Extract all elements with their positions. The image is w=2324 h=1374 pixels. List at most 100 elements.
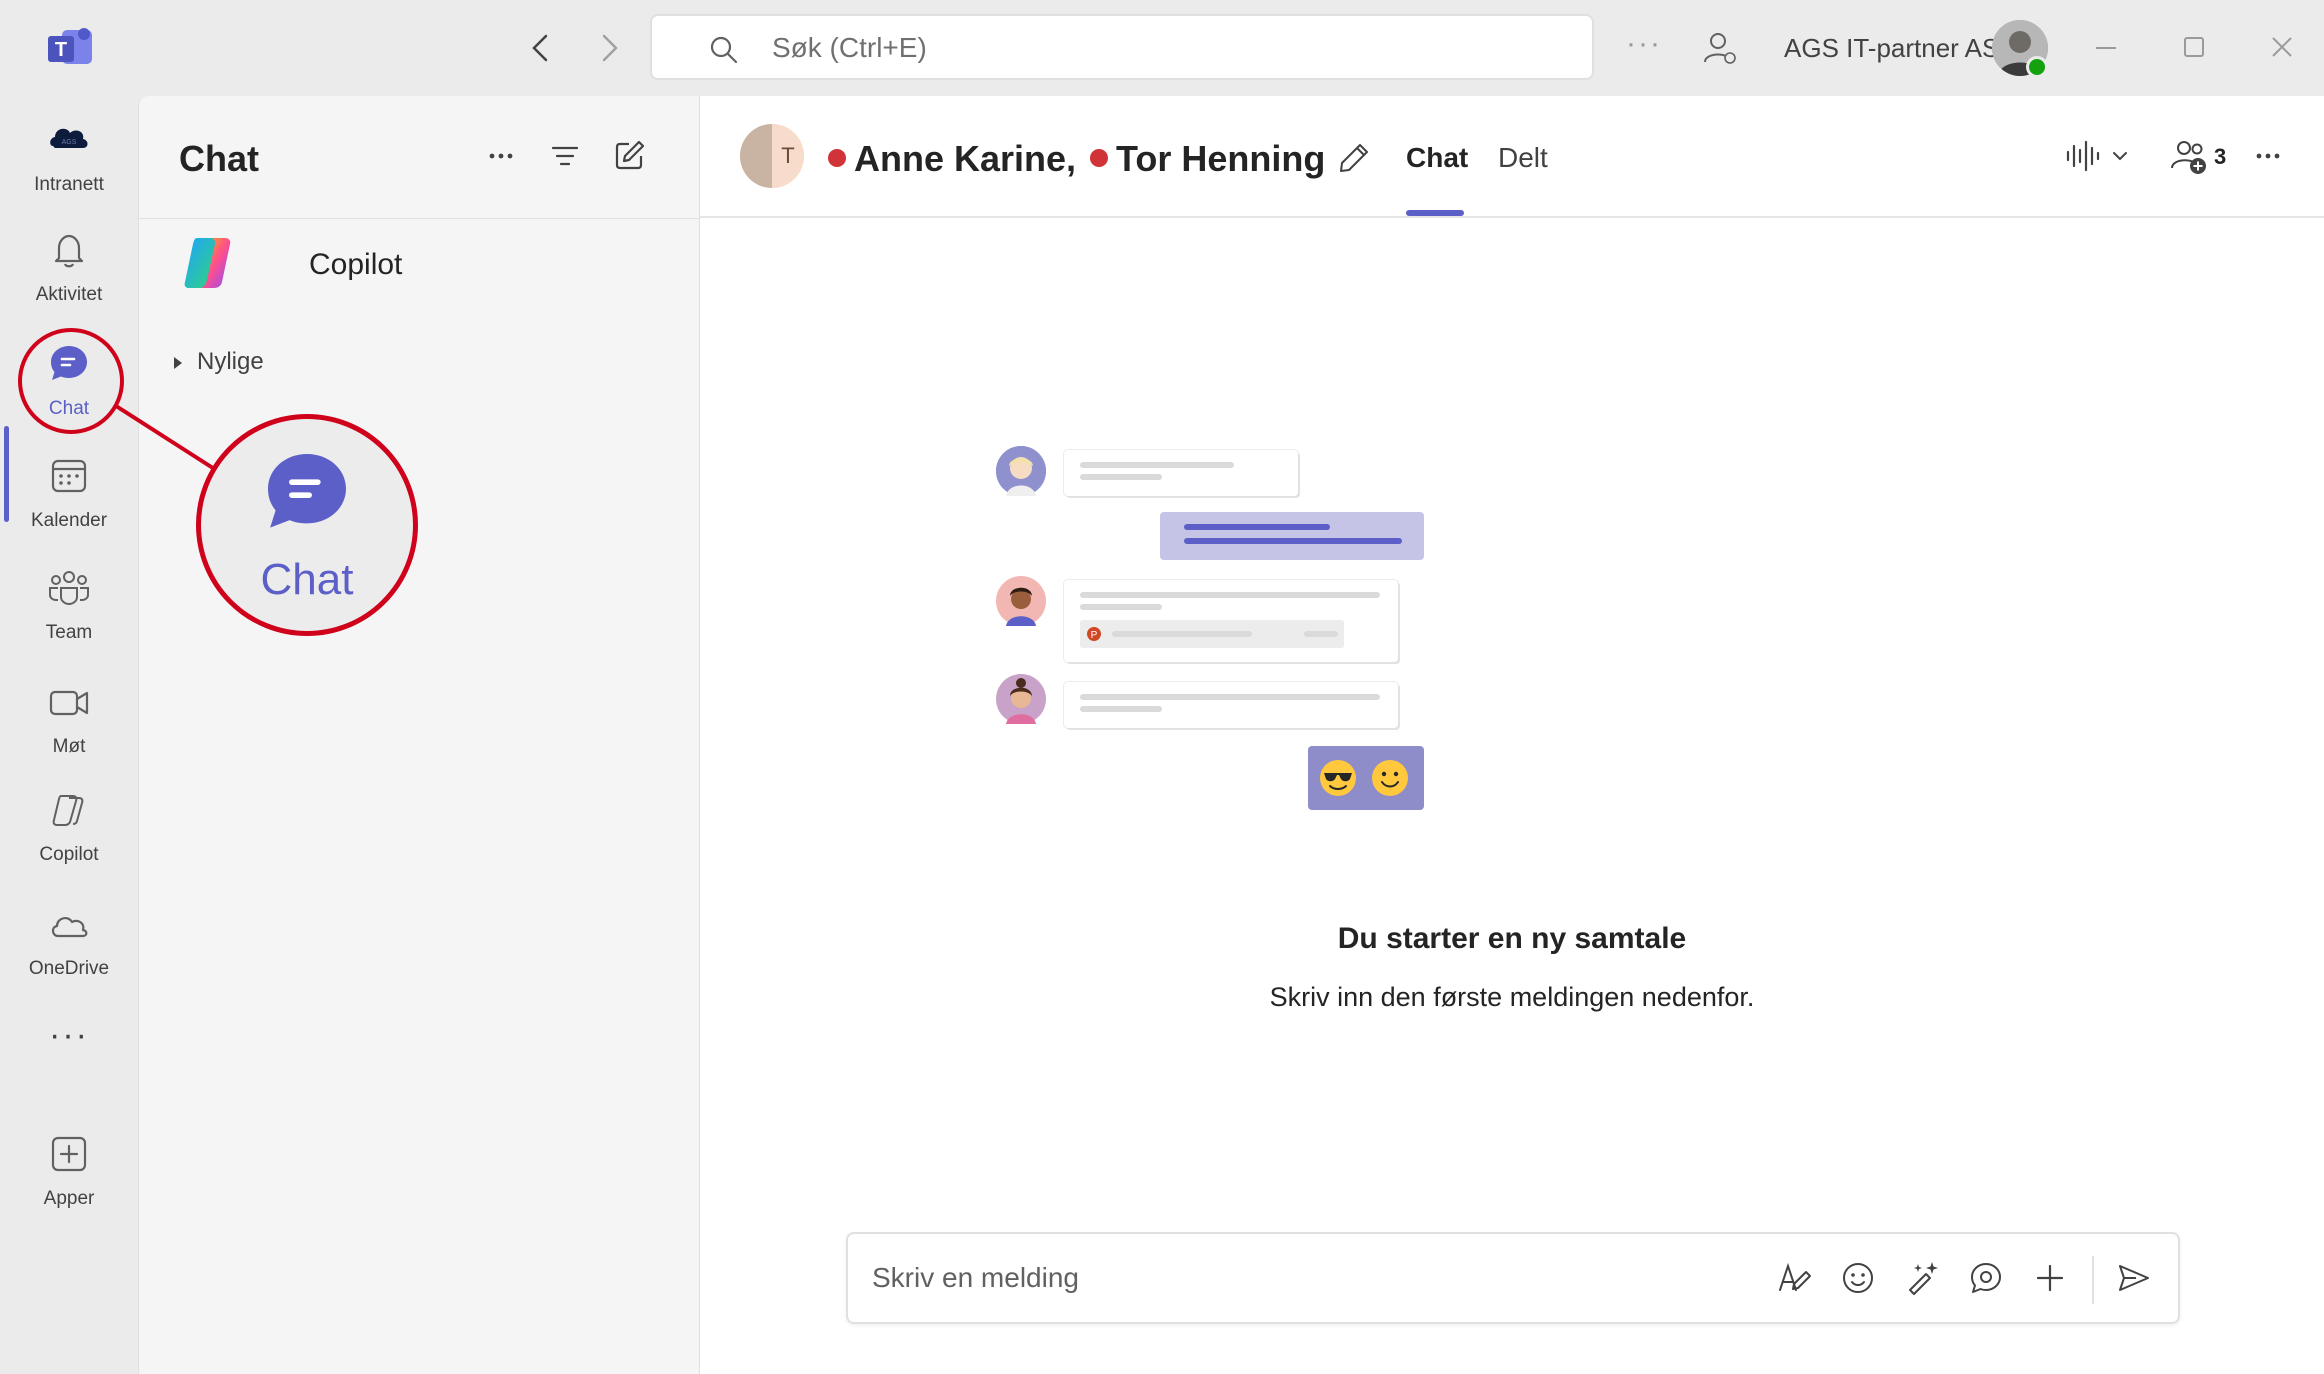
rail-label: Team	[45, 622, 93, 643]
empty-chat-illustration: P	[996, 446, 1446, 916]
emoji-message-bubble	[1308, 746, 1424, 810]
team-icon	[49, 571, 89, 606]
rail-item-kalender[interactable]: Kalender	[0, 448, 138, 548]
recent-section-toggle[interactable]: Nylige	[167, 346, 467, 386]
message-bubble	[1064, 682, 1398, 728]
back-arrow-icon[interactable]	[524, 30, 560, 66]
plus-icon[interactable]	[2030, 1258, 2070, 1298]
rail-label: Intranett	[34, 174, 104, 195]
participant-names[interactable]: Anne Karine, Tor Henning	[828, 138, 1325, 180]
empty-state-title: Du starter en ny samtale	[1337, 922, 1687, 955]
bell-icon	[54, 234, 84, 268]
loop-component-icon[interactable]	[1966, 1258, 2006, 1298]
highlight-circle	[18, 328, 124, 434]
caret-right-icon	[174, 357, 182, 369]
rail-item-copilot[interactable]: Copilot	[0, 782, 138, 882]
cloud-icon	[51, 916, 88, 938]
chat-icon	[268, 454, 346, 528]
participant-photo	[740, 124, 772, 188]
participant-count[interactable]: 3	[2214, 144, 2226, 170]
message-input[interactable]	[872, 1254, 1752, 1302]
avatar-illustration	[996, 576, 1046, 626]
add-people-icon[interactable]	[2168, 136, 2212, 176]
avatar-illustration	[996, 674, 1046, 724]
svg-text:AGS: AGS	[62, 139, 77, 146]
copilot-label: Copilot	[309, 248, 403, 281]
svg-text:P: P	[1091, 630, 1098, 641]
ags-logo-icon: AGS	[50, 128, 88, 148]
pencil-icon[interactable]	[1336, 140, 1372, 176]
rail-label: Copilot	[39, 844, 99, 865]
busy-status-dot	[1090, 149, 1109, 168]
message-bubble	[1064, 450, 1298, 496]
copilot-chat-item[interactable]: Copilot	[179, 232, 659, 312]
search-input[interactable]	[772, 26, 1552, 70]
teams-logo-icon[interactable]: T	[46, 26, 94, 70]
participant-name: Anne Karine,	[854, 138, 1077, 179]
compose-box[interactable]	[846, 1232, 2180, 1324]
tab-chat[interactable]: Chat	[1406, 142, 1468, 174]
attachment-card: P	[1080, 620, 1344, 648]
rail-item-apper[interactable]: Apper	[0, 1126, 138, 1226]
smile-emoji-icon	[1372, 760, 1408, 796]
chat-main: T Anne Karine, Tor Henning Chat Delt 3 P…	[700, 96, 2324, 1374]
busy-status-dot	[828, 149, 846, 168]
tab-delt[interactable]: Delt	[1498, 142, 1548, 174]
search-box[interactable]	[650, 14, 1594, 80]
rail-item-intranett[interactable]: AGS Intranett	[0, 112, 138, 212]
powerpoint-file-icon: P	[1087, 627, 1101, 641]
chevron-down-icon[interactable]	[2108, 136, 2132, 176]
group-avatar[interactable]: T	[740, 124, 804, 188]
participant-name: Tor Henning	[1116, 138, 1326, 179]
rail-item-mot[interactable]: Møt	[0, 674, 138, 774]
copilot-icon	[52, 795, 84, 826]
app-rail: AGS Intranett Aktivitet Chat Kalender Te…	[0, 96, 138, 1374]
more-options-icon[interactable]	[481, 136, 521, 176]
svg-text:T: T	[55, 39, 67, 61]
rail-label: Apper	[43, 1188, 95, 1209]
chat-list-pane: Chat Copilot Nylige	[138, 96, 700, 1374]
emoji-icon[interactable]	[1838, 1258, 1878, 1298]
empty-state-subtitle: Skriv inn den første meldingen nedenfor.	[1269, 982, 1755, 1012]
avatar-illustration	[996, 446, 1046, 496]
more-options-icon[interactable]	[2248, 136, 2288, 176]
format-text-icon[interactable]	[1774, 1258, 1814, 1298]
message-bubble: P	[1064, 580, 1398, 662]
rail-item-aktivitet[interactable]: Aktivitet	[0, 222, 138, 322]
chat-header: T Anne Karine, Tor Henning Chat Delt 3	[700, 96, 2324, 218]
message-bubble	[1160, 512, 1424, 560]
recent-label: Nylige	[197, 348, 264, 375]
rail-more-button[interactable]: ···	[0, 1016, 138, 1076]
audio-call-icon[interactable]	[2062, 136, 2102, 176]
calendar-icon	[51, 459, 87, 493]
more-icon: ···	[49, 1016, 89, 1054]
organization-name[interactable]: AGS IT-partner AS	[1784, 33, 1999, 64]
divider	[2092, 1256, 2094, 1304]
titlebar-more-button[interactable]: ···	[1624, 29, 1664, 66]
rail-item-onedrive[interactable]: OneDrive	[0, 896, 138, 996]
forward-arrow-icon[interactable]	[590, 30, 626, 66]
pane-title: Chat	[179, 138, 259, 179]
add-app-icon	[51, 1136, 87, 1172]
rail-label: Møt	[52, 736, 86, 757]
title-bar: T ··· AGS IT-partner AS	[0, 0, 2324, 96]
person-status-icon[interactable]	[1700, 28, 1740, 68]
participant-initial: T	[772, 124, 804, 188]
zoom-callout: Chat	[196, 414, 418, 636]
callout-label: Chat	[260, 555, 354, 604]
send-icon[interactable]	[2114, 1258, 2154, 1298]
maximize-icon[interactable]	[2174, 30, 2214, 66]
video-icon	[49, 690, 89, 716]
copilot-rewrite-icon[interactable]	[1902, 1258, 1942, 1298]
rail-label: OneDrive	[28, 958, 110, 979]
rail-label: Kalender	[30, 510, 108, 531]
filter-icon[interactable]	[545, 136, 585, 176]
search-icon	[710, 36, 738, 64]
available-status-badge	[2026, 56, 2048, 78]
copilot-logo-icon	[184, 238, 231, 288]
minimize-icon[interactable]	[2086, 30, 2126, 66]
new-chat-icon[interactable]	[609, 136, 649, 176]
close-icon[interactable]	[2262, 30, 2302, 66]
active-tab-indicator	[1406, 210, 1464, 216]
rail-item-team[interactable]: Team	[0, 560, 138, 660]
